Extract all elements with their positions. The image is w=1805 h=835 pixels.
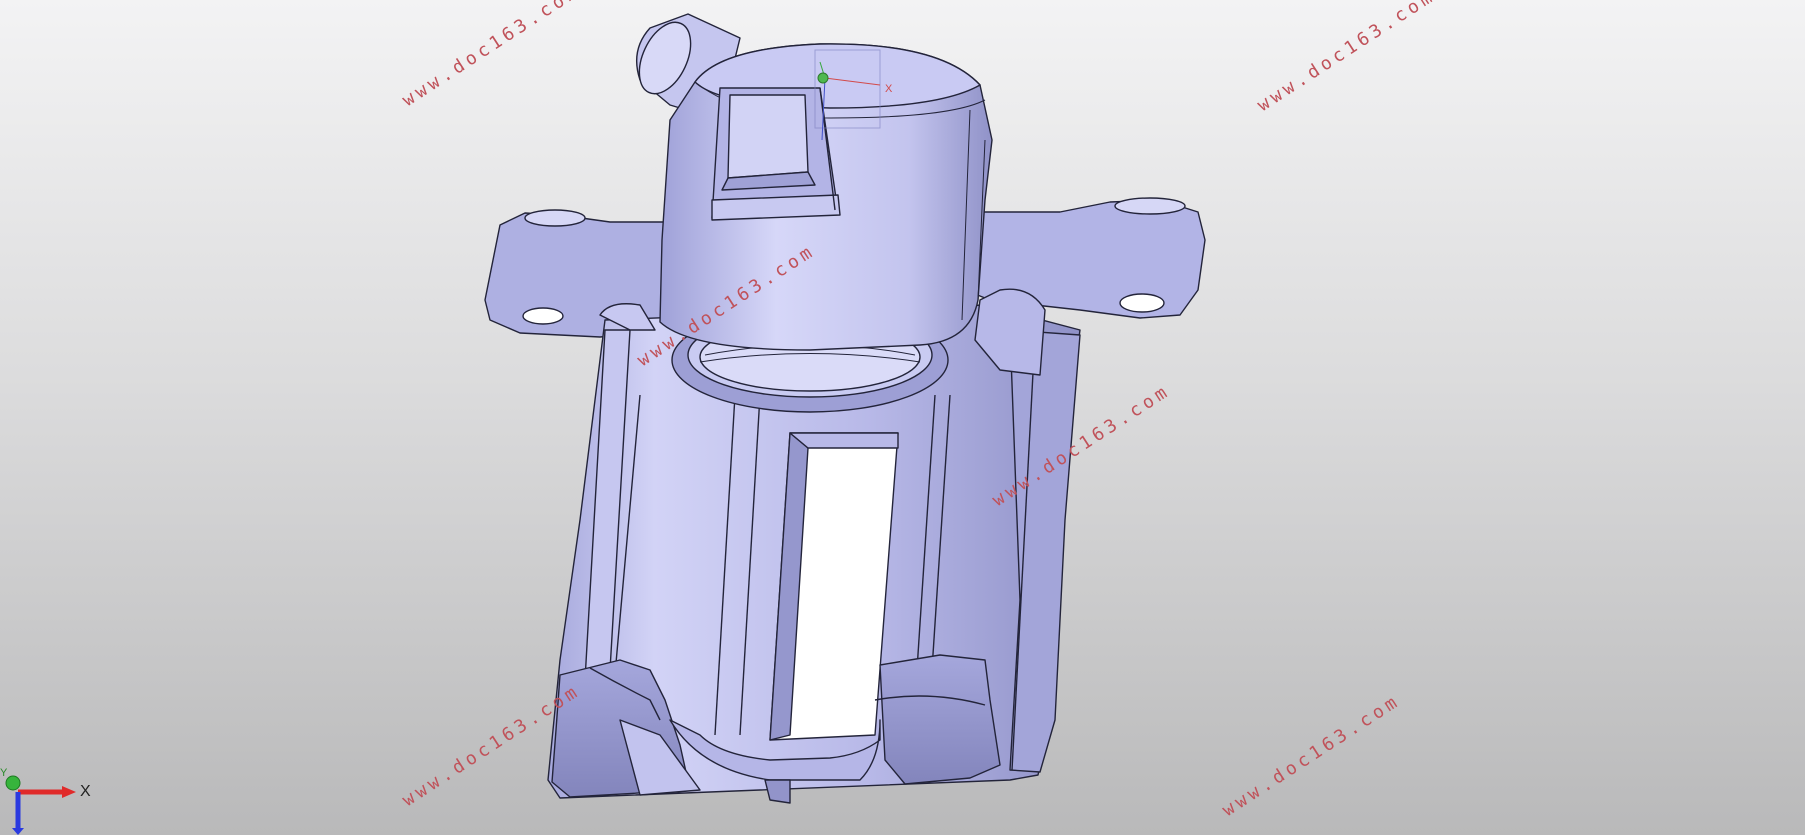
right-ear-bolt-hole [1119,293,1165,313]
graphics-viewport[interactable]: X Y X www.doc163.com www.doc163.com www.… [0,0,1805,835]
model-triad-x-label: X [885,83,893,95]
bottom-finger-right [879,654,1001,785]
triad-x-label: X [80,783,91,800]
caliper-model[interactable]: X Y [0,0,1805,835]
triad-origin [5,775,21,791]
triad-y-label: Y [0,767,8,779]
left-ear-bolt-hole [522,307,564,325]
left-ear-top-hole [524,209,586,227]
caliper-body [484,13,1206,804]
right-ear-top-hole [1114,197,1186,215]
view-triad[interactable]: Y [0,767,76,835]
